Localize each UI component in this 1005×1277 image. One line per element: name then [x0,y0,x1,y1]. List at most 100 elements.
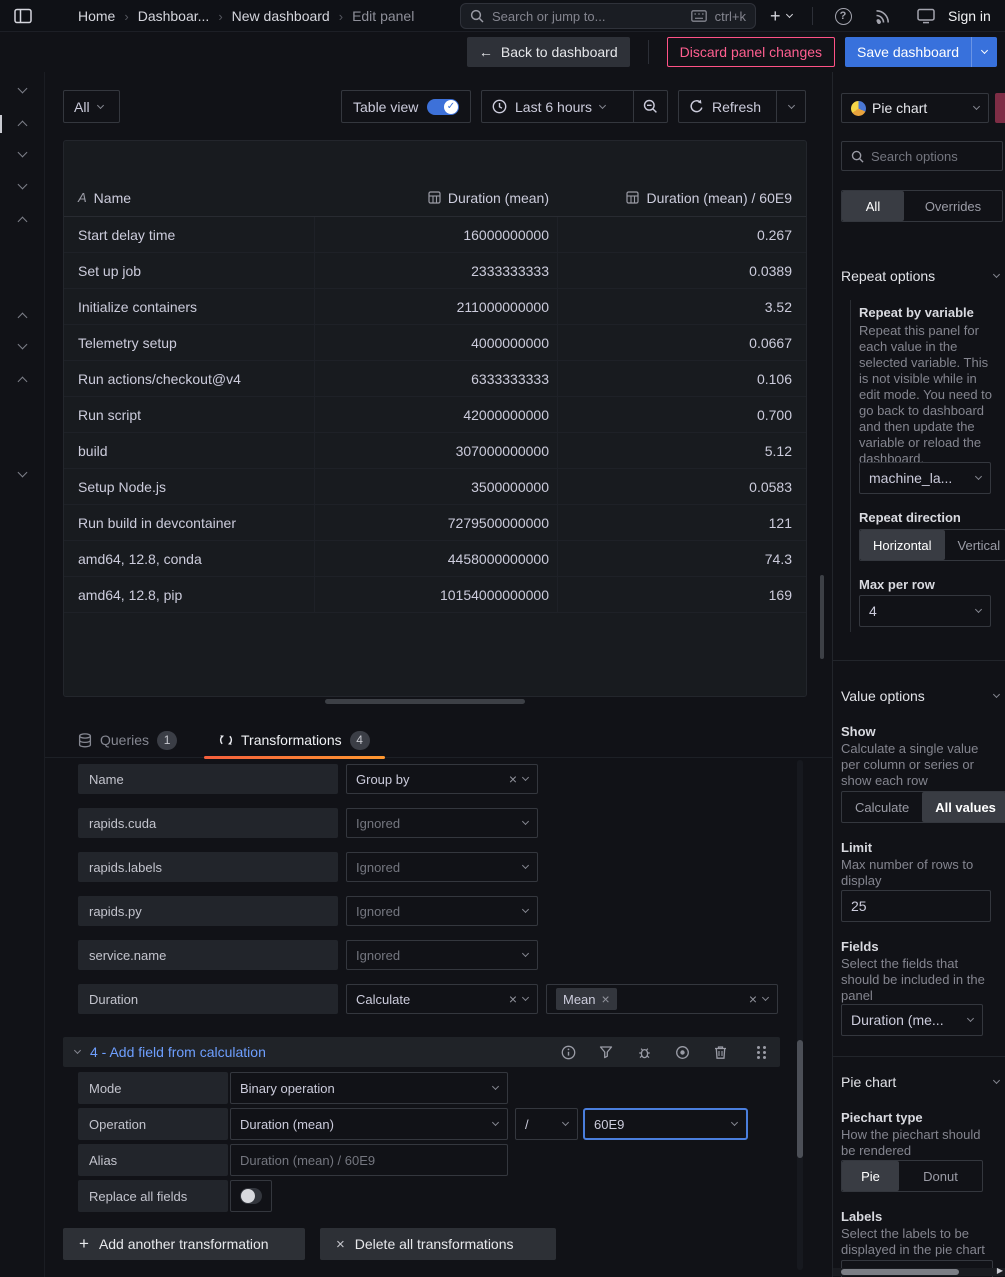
breadcrumb-home[interactable]: Home [78,8,115,24]
transformation-4-header[interactable]: 4 - Add field from calculation [63,1037,780,1067]
operator-select[interactable]: / [515,1108,578,1140]
groupby-select-rapids-py[interactable]: Ignored [346,896,538,926]
direction-vertical[interactable]: Vertical [945,530,1005,560]
chevron-up-icon[interactable] [18,377,28,387]
chevron-up-icon[interactable] [18,121,28,131]
groupby-select-rapids-labels[interactable]: Ignored [346,852,538,882]
limit-field[interactable] [851,898,981,914]
refresh-interval-toggle[interactable] [777,91,805,122]
tv-mode-button[interactable] [914,0,938,32]
visualization-picker[interactable]: Pie chart [841,93,989,123]
alias-field[interactable] [240,1153,498,1168]
trash-icon[interactable] [712,1044,728,1060]
show-calculate[interactable]: Calculate [842,792,922,822]
chevron-up-icon[interactable] [18,313,28,323]
refresh-button[interactable]: Refresh [679,91,776,122]
info-icon[interactable] [560,1044,576,1060]
tab-all[interactable]: All [842,191,904,221]
groupby-select-rapids-cuda[interactable]: Ignored [346,808,538,838]
column-header-duration-ratio[interactable]: Duration (mean) / 60E9 [557,179,806,216]
options-search-input[interactable] [841,141,1003,171]
debug-icon[interactable] [636,1044,652,1060]
chevron-down-icon[interactable] [18,180,28,190]
type-donut[interactable]: Donut [899,1161,982,1191]
sidebar-toggle-button[interactable] [14,6,36,26]
table-view-toggle[interactable]: ✓ [427,99,459,115]
clear-icon[interactable]: × [749,991,757,1007]
chevron-down-icon[interactable] [18,148,28,158]
operation-left-select[interactable]: Duration (mean) [230,1108,508,1140]
piechart-type-group: Pie Donut [841,1160,983,1192]
filter-icon[interactable] [598,1044,614,1060]
vertical-scrollbar-thumb[interactable] [820,575,824,659]
remove-chip-icon[interactable]: × [602,991,610,1007]
time-range-picker[interactable]: Last 6 hours [482,91,633,122]
repeat-variable-select[interactable]: machine_la... [859,462,991,494]
show-all-values[interactable]: All values [922,792,1005,822]
add-transformation-button[interactable]: + Add another transformation [63,1228,305,1260]
max-per-row-select[interactable]: 4 [859,595,991,627]
horizontal-scrollbar-thumb[interactable] [325,699,525,704]
show-desc: Calculate a single value per column or s… [841,741,997,789]
direction-horizontal[interactable]: Horizontal [860,530,945,560]
delete-all-transformations-button[interactable]: × Delete all transformations [320,1228,556,1260]
tab-overrides[interactable]: Overrides [904,191,1002,221]
breadcrumb-new-dashboard[interactable]: New dashboard [232,8,330,24]
back-to-dashboard-button[interactable]: ← Back to dashboard [467,37,630,67]
repeat-direction-label: Repeat direction [859,510,961,525]
options-search-field[interactable] [871,149,993,164]
clear-icon[interactable]: × [509,991,517,1007]
repeat-options-header[interactable]: Repeat options [841,268,999,284]
news-button[interactable] [872,0,894,32]
sign-in-link[interactable]: Sign in [948,0,991,32]
chevron-down-icon [967,1015,974,1022]
database-icon [78,733,92,748]
eye-icon[interactable] [674,1044,690,1060]
chevron-down-icon[interactable] [18,340,28,350]
clear-icon[interactable]: × [509,771,517,787]
piechart-type-desc: How the piechart should be rendered [841,1127,997,1159]
scroll-right-arrow-icon[interactable]: ▶ [997,1266,1003,1275]
clipped-red-button[interactable] [995,93,1005,123]
groupby-select-name[interactable]: Group by × [346,764,538,794]
transformation-title: 4 - Add field from calculation [90,1044,266,1060]
chevron-down-icon[interactable] [18,84,28,94]
column-header-duration-mean[interactable]: Duration (mean) [314,179,557,216]
help-button[interactable]: ? [832,0,854,32]
groupby-select-service-name[interactable]: Ignored [346,940,538,970]
save-dashboard-button[interactable]: Save dashboard [845,37,997,67]
cell-name: amd64, 12.8, pip [64,577,314,612]
tab-transformations[interactable]: Transformations 4 [204,722,385,758]
limit-input[interactable] [841,890,991,922]
transform-scrollbar-thumb[interactable] [797,1040,803,1158]
value-options-header[interactable]: Value options [841,688,999,704]
pie-chart-section-header[interactable]: Pie chart [841,1074,999,1090]
discard-panel-changes-button[interactable]: Discard panel changes [667,37,835,67]
type-pie[interactable]: Pie [842,1161,899,1191]
replace-all-fields-toggle[interactable] [240,1188,262,1204]
groupby-select-duration[interactable]: Calculate × [346,984,538,1014]
breadcrumb-edit-panel: Edit panel [352,8,414,24]
chevron-down-icon [731,1119,738,1126]
breadcrumb-dashboards[interactable]: Dashboar... [138,8,210,24]
options-hscrollbar-thumb[interactable] [841,1269,959,1275]
aggregation-multiselect[interactable]: Mean × × [546,984,778,1014]
table-row: amd64, 12.8, conda445800000000074.3 [64,541,806,577]
chevron-down-icon[interactable] [18,468,28,478]
operation-right-select[interactable]: 60E9 [583,1108,748,1140]
chevron-up-icon[interactable] [18,217,28,227]
zoom-out-time-button[interactable] [634,91,667,122]
tab-queries[interactable]: Queries 1 [63,722,192,758]
variable-all-dropdown[interactable]: All [63,90,120,123]
search-field[interactable] [492,9,683,24]
alias-input[interactable] [230,1144,508,1176]
drag-handle-icon[interactable] [752,1044,768,1060]
save-options-toggle[interactable] [971,37,997,67]
mode-select[interactable]: Binary operation [230,1072,508,1104]
column-header-name[interactable]: A Name [64,179,314,216]
chevron-down-icon [492,1119,499,1126]
cell-duration: 4458000000000 [314,541,557,576]
global-search-input[interactable]: ctrl+k [460,3,756,29]
fields-select[interactable]: Duration (me... [841,1004,983,1036]
new-menu-button[interactable]: + [770,0,792,32]
